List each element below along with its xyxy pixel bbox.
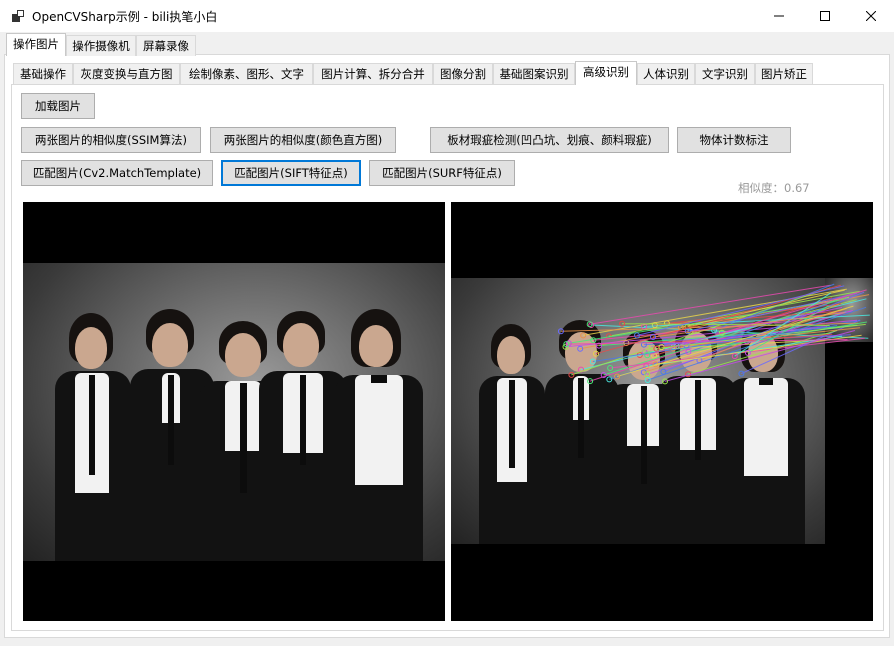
feature-match-lines bbox=[557, 283, 870, 385]
status-strip bbox=[0, 639, 894, 646]
tab-image-correction[interactable]: 图片矫正 bbox=[755, 63, 813, 84]
tab-basic-pattern-recognition[interactable]: 基础图案识别 bbox=[493, 63, 575, 84]
minimize-button[interactable] bbox=[756, 0, 802, 32]
group-photo bbox=[23, 263, 445, 561]
ssim-similarity-button[interactable]: 两张图片的相似度(SSIM算法) bbox=[21, 127, 201, 153]
match-template-button[interactable]: 匹配图片(Cv2.MatchTemplate) bbox=[21, 160, 213, 186]
tab-screen-recording[interactable]: 屏幕录像 bbox=[136, 35, 196, 56]
close-icon bbox=[866, 11, 876, 21]
keypoint-marker bbox=[587, 378, 594, 385]
maximize-icon bbox=[820, 11, 830, 21]
defect-detection-button[interactable]: 板材瑕疵检测(凹凸坑、划痕、颜料瑕疵) bbox=[430, 127, 669, 153]
load-image-button[interactable]: 加载图片 bbox=[21, 93, 95, 119]
tab-advanced-recognition[interactable]: 高级识别 bbox=[575, 61, 637, 85]
app-icon bbox=[11, 9, 25, 23]
match-surf-button[interactable]: 匹配图片(SURF特征点) bbox=[369, 160, 515, 186]
tab-image-compute-split-merge[interactable]: 图片计算、拆分合并 bbox=[313, 63, 433, 84]
person-figure bbox=[53, 313, 133, 561]
minimize-icon bbox=[774, 11, 784, 21]
tab-grayscale-histogram[interactable]: 灰度变换与直方图 bbox=[73, 63, 180, 84]
match-sift-button[interactable]: 匹配图片(SIFT特征点) bbox=[221, 160, 361, 186]
close-button[interactable] bbox=[848, 0, 894, 32]
tab-human-recognition[interactable]: 人体识别 bbox=[637, 63, 695, 84]
window-title: OpenCVSharp示例 - bili执笔小白 bbox=[32, 10, 218, 24]
keypoint-marker bbox=[606, 376, 613, 383]
tab-text-recognition[interactable]: 文字识别 bbox=[695, 63, 755, 84]
tab-basic-operations[interactable]: 基础操作 bbox=[13, 63, 73, 84]
title-bar: OpenCVSharp示例 - bili执笔小白 bbox=[0, 0, 894, 32]
person-figure bbox=[331, 309, 427, 561]
tab-image-segmentation[interactable]: 图像分割 bbox=[433, 63, 493, 84]
tab-draw-pixels-shapes-text[interactable]: 绘制像素、图形、文字 bbox=[180, 63, 313, 84]
tab-image-operations[interactable]: 操作图片 bbox=[6, 33, 66, 56]
tab-camera-operations[interactable]: 操作摄像机 bbox=[66, 35, 136, 56]
similarity-label: 相似度：0.67 bbox=[738, 181, 810, 195]
object-count-button[interactable]: 物体计数标注 bbox=[677, 127, 791, 153]
match-result-picture-box bbox=[451, 202, 873, 621]
source-picture-box bbox=[23, 202, 445, 621]
maximize-button[interactable] bbox=[802, 0, 848, 32]
histogram-similarity-button[interactable]: 两张图片的相似度(颜色直方图) bbox=[210, 127, 396, 153]
